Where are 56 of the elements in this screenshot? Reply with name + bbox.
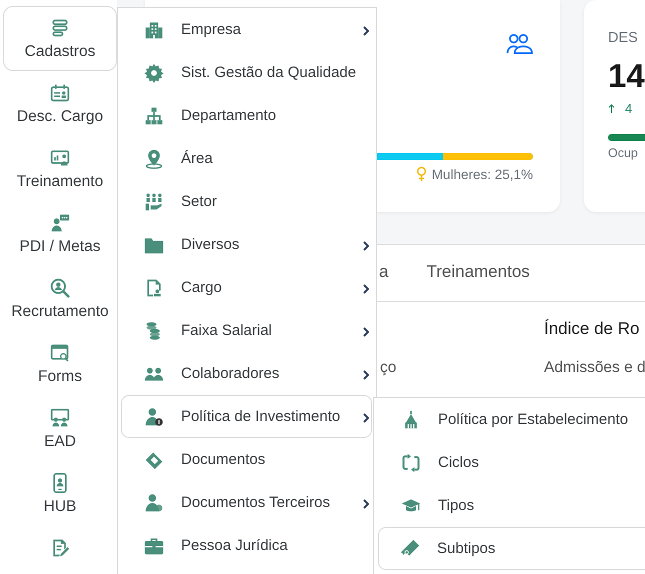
sidebar-item[interactable]: Recrutamento bbox=[3, 266, 117, 331]
tab[interactable]: a bbox=[379, 256, 388, 290]
menu-item[interactable]: Cargo bbox=[118, 266, 372, 309]
person-icon bbox=[144, 492, 164, 512]
menu-item[interactable]: Documentos Terceiros bbox=[118, 481, 372, 524]
browser-search-icon bbox=[50, 343, 70, 363]
search-person-icon bbox=[50, 278, 70, 298]
menu-item[interactable]: Política por Estabelecimento bbox=[374, 398, 645, 441]
menu-item[interactable]: Área bbox=[118, 137, 372, 180]
people-group-icon bbox=[144, 192, 164, 212]
diploma-icon bbox=[400, 538, 420, 558]
report-text: Admissões e d bbox=[544, 359, 645, 377]
stat-value: 14 bbox=[608, 56, 645, 96]
map-pin-icon bbox=[144, 148, 164, 168]
menu-item[interactable]: Empresa bbox=[118, 8, 372, 51]
id-card-icon bbox=[50, 83, 70, 103]
briefcase-icon bbox=[144, 536, 164, 556]
menu-item[interactable]: Colaboradores bbox=[118, 352, 372, 395]
sidebar-item[interactable]: Treinamento bbox=[3, 136, 117, 201]
document-icon bbox=[144, 450, 164, 470]
menu-item[interactable]: Setor bbox=[118, 180, 372, 223]
classroom-icon bbox=[50, 408, 70, 428]
report-heading: Índice de Ro bbox=[544, 319, 640, 339]
legend-label: Mulheres: 25,1% bbox=[432, 166, 533, 182]
change-value: 4 bbox=[625, 101, 632, 116]
person-chat-icon bbox=[50, 213, 70, 233]
sidebar-item[interactable]: EAD bbox=[3, 396, 117, 461]
menu-item[interactable]: Subtipos bbox=[378, 527, 645, 570]
female-icon bbox=[416, 166, 427, 182]
menu-item[interactable]: Departamento bbox=[118, 94, 372, 137]
sidebar-item[interactable]: Cadastros bbox=[3, 6, 117, 71]
report-text: ço bbox=[380, 359, 398, 377]
tab[interactable]: Treinamentos bbox=[426, 256, 530, 290]
person-dollar-icon bbox=[144, 406, 164, 426]
list-icon bbox=[50, 18, 70, 38]
cycle-icon bbox=[401, 452, 421, 472]
org-chart-icon bbox=[144, 106, 164, 126]
up-arrow-icon bbox=[608, 104, 615, 114]
two-people-icon bbox=[506, 32, 533, 55]
bar-label: Ocup bbox=[608, 146, 639, 160]
presentation-icon bbox=[50, 148, 70, 168]
menu-item[interactable]: Diversos bbox=[118, 223, 372, 266]
sidebar-item[interactable]: HUB bbox=[3, 461, 117, 526]
card-title: DES bbox=[608, 29, 639, 48]
menu-item[interactable]: Ciclos bbox=[374, 441, 645, 484]
menu-item[interactable]: Documentos bbox=[118, 438, 372, 481]
menu-item[interactable]: Política de Investimento bbox=[121, 395, 372, 438]
menu-item[interactable]: Pessoa Jurídica bbox=[118, 524, 372, 567]
menu-item[interactable]: Tipos bbox=[374, 484, 645, 527]
sidebar-item[interactable]: Desc. Cargo bbox=[3, 71, 117, 136]
sidebar-item[interactable]: PDI / Metas bbox=[3, 201, 117, 266]
building-icon bbox=[144, 20, 164, 40]
sidebar-item[interactable]: Forms bbox=[3, 331, 117, 396]
menu-item[interactable]: Sist. Gestão da Qualidade bbox=[118, 51, 372, 94]
menu-item[interactable]: Faixa Salarial bbox=[118, 309, 372, 352]
gear-icon bbox=[144, 62, 164, 82]
